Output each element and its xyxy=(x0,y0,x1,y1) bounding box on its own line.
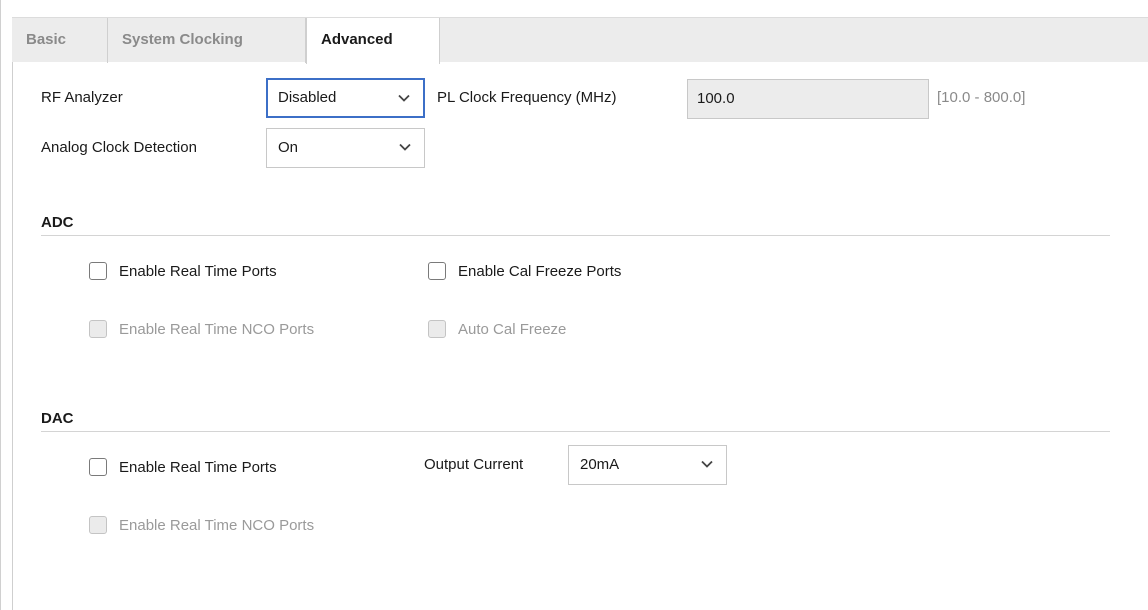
rf-analyzer-label: RF Analyzer xyxy=(41,89,123,106)
pl-clock-frequency-label: PL Clock Frequency (MHz) xyxy=(437,89,617,106)
checkbox-label: Enable Real Time NCO Ports xyxy=(119,516,315,534)
adc-divider xyxy=(41,235,1110,236)
checkbox-label: Enable Real Time Ports xyxy=(119,262,277,280)
analog-clock-detection-select[interactable]: On xyxy=(266,128,425,168)
dac-enable-real-time-nco-ports-checkbox: Enable Real Time NCO Ports xyxy=(89,516,314,534)
checkbox-label: Auto Cal Freeze xyxy=(458,320,567,338)
checkbox-box[interactable] xyxy=(89,458,107,476)
checkbox-label: Enable Real Time Ports xyxy=(119,458,277,476)
chevron-down-icon xyxy=(399,143,411,151)
adc-auto-cal-freeze-checkbox: Auto Cal Freeze xyxy=(428,320,566,338)
checkbox-box xyxy=(89,320,107,338)
pl-clock-range-hint: [10.0 - 800.0] xyxy=(937,89,1026,106)
analog-clock-detection-label: Analog Clock Detection xyxy=(41,139,197,156)
checkbox-label: Enable Real Time NCO Ports xyxy=(119,320,315,338)
advanced-settings-panel: Basic System Clocking Advanced RF Analyz… xyxy=(0,0,1148,610)
analog-clock-detection-value: On xyxy=(278,139,299,156)
pl-clock-frequency-input[interactable]: 100.0 xyxy=(687,79,929,119)
adc-section-title: ADC xyxy=(41,214,74,231)
checkbox-box[interactable] xyxy=(428,262,446,280)
adc-enable-real-time-nco-ports-checkbox: Enable Real Time NCO Ports xyxy=(89,320,314,338)
rf-analyzer-value: Disabled xyxy=(278,89,337,106)
dac-divider xyxy=(41,431,1110,432)
tab-bar: Basic System Clocking Advanced xyxy=(12,17,1148,64)
output-current-select[interactable]: 20mA xyxy=(568,445,727,485)
dac-section-title: DAC xyxy=(41,410,74,427)
window-left-edge xyxy=(0,0,1,610)
tab-system-clocking[interactable]: System Clocking xyxy=(108,18,306,63)
checkbox-box xyxy=(428,320,446,338)
chevron-down-icon xyxy=(701,460,713,468)
chevron-down-icon xyxy=(398,94,410,102)
tab-advanced[interactable]: Advanced xyxy=(306,18,440,64)
output-current-label: Output Current xyxy=(424,456,524,473)
adc-enable-cal-freeze-ports-checkbox[interactable]: Enable Cal Freeze Ports xyxy=(428,262,621,280)
output-current-value: 20mA xyxy=(580,456,620,473)
checkbox-label: Enable Cal Freeze Ports xyxy=(458,262,622,280)
adc-enable-real-time-ports-checkbox[interactable]: Enable Real Time Ports xyxy=(89,262,277,280)
checkbox-box xyxy=(89,516,107,534)
rf-analyzer-select[interactable]: Disabled xyxy=(266,78,425,118)
tab-basic[interactable]: Basic xyxy=(12,18,108,63)
top-edge xyxy=(0,0,1148,8)
dac-enable-real-time-ports-checkbox[interactable]: Enable Real Time Ports xyxy=(89,458,277,476)
checkbox-box[interactable] xyxy=(89,262,107,280)
